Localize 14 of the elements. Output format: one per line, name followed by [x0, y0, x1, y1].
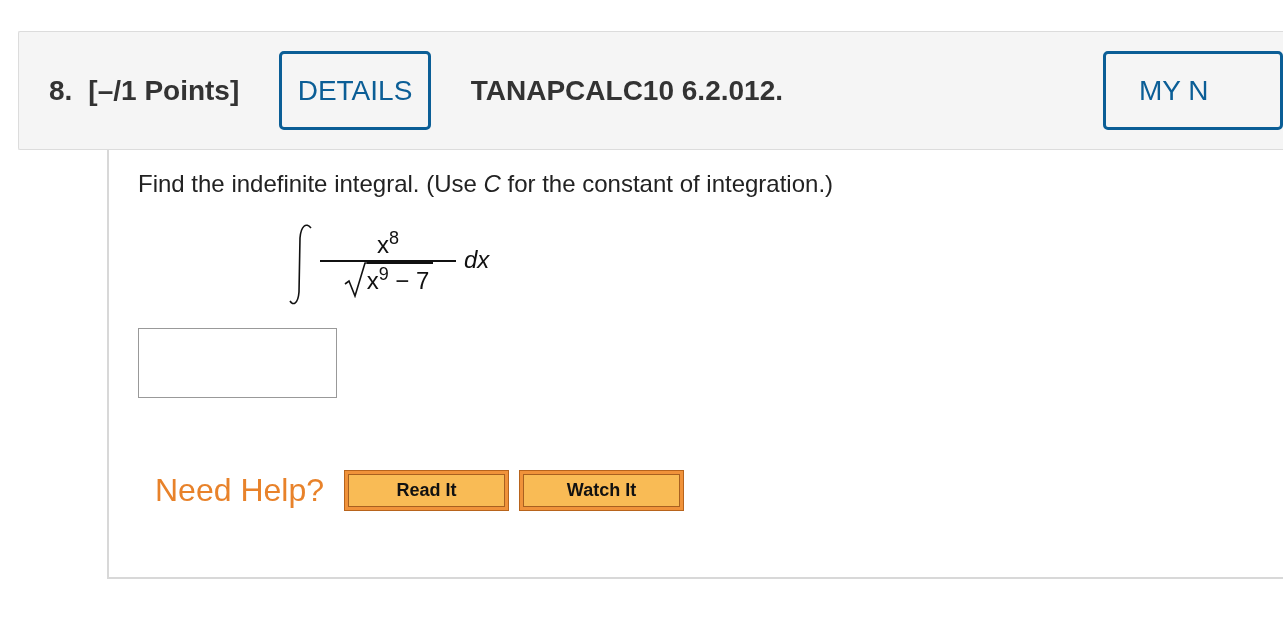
need-help-label: Need Help?	[155, 471, 324, 510]
answer-field[interactable]	[138, 328, 337, 398]
notes-button[interactable]: MY N	[1103, 51, 1283, 130]
details-button[interactable]: DETAILS	[279, 51, 431, 130]
problem-id: TANAPCALC10 6.2.012.	[470, 73, 783, 108]
question-number: 8.	[49, 73, 73, 108]
denominator: x$^{9}$ − 7	[366, 262, 434, 298]
integral-sign-icon	[288, 222, 314, 306]
points-label: [–/1 Points]	[88, 73, 240, 108]
differential: dx	[464, 245, 490, 275]
numerator: x$^{8}$	[377, 230, 399, 260]
help-button[interactable]: Read It	[344, 469, 509, 511]
help-button[interactable]: Watch It	[519, 469, 684, 511]
question-prompt: Find the indefinite integral. (Use C for the constant of integration.)	[138, 169, 835, 199]
